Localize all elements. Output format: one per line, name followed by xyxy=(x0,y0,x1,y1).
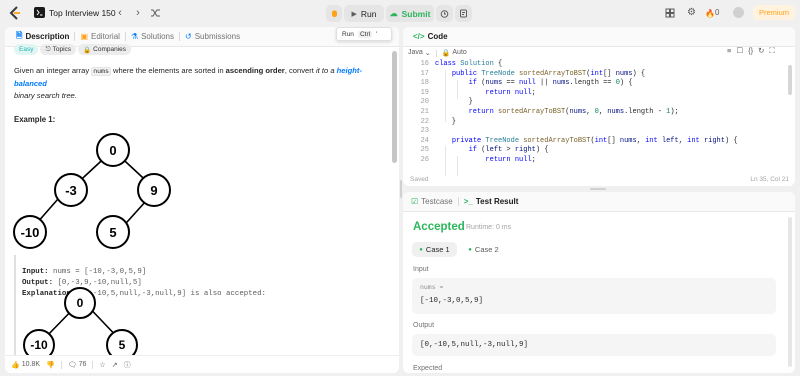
language-select[interactable]: Java ⌄ xyxy=(408,49,431,57)
submit-label: Submit xyxy=(401,8,431,19)
divider xyxy=(60,360,62,369)
problem-list-title[interactable]: Top Interview 150 xyxy=(49,8,116,18)
tree-1-node-left-left: -10 xyxy=(13,215,47,249)
premium-label: Premium xyxy=(758,8,789,17)
chevron-down-icon: ⌄ xyxy=(424,50,431,57)
settings-gear-icon[interactable]: ⚙ xyxy=(686,7,697,18)
terminal-icon: >_ xyxy=(463,197,473,206)
case-1-tab[interactable]: ● Case 1 xyxy=(412,242,457,257)
prev-problem-icon[interactable]: ‹ xyxy=(115,7,125,19)
fullscreen-icon[interactable]: ⛶ xyxy=(769,46,774,56)
auto-mode-toggle[interactable]: 🔒 Auto xyxy=(442,49,467,57)
example-block: Input: nums = [-10,-3,0,5,9] Output: [0,… xyxy=(22,256,266,300)
favorite-star-icon[interactable]: ☆ xyxy=(99,361,105,369)
editor-status-bar: Saved Ln 35, Col 21 xyxy=(403,172,795,186)
tab-testcase[interactable]: ☑ Testcase xyxy=(406,192,458,212)
divider xyxy=(92,360,94,369)
result-panel: ☑ Testcase >_ Test Result Accepted Runti… xyxy=(403,192,795,373)
indent-guide xyxy=(445,70,446,122)
leetcode-logo[interactable] xyxy=(9,6,21,20)
indent-guide xyxy=(457,80,458,99)
toolbar-divider xyxy=(435,49,437,57)
result-status: Accepted xyxy=(413,221,465,233)
saved-status: Saved xyxy=(410,176,429,183)
code-header: </> Code xyxy=(403,27,795,47)
run-label: Run xyxy=(360,8,377,19)
param-value: [-10,-3,0,5,9] xyxy=(420,297,484,305)
code-brackets-icon: </> xyxy=(413,32,425,41)
horizontal-splitter[interactable] xyxy=(590,188,606,190)
output-label: Output: xyxy=(22,279,54,287)
result-scrollbar[interactable] xyxy=(788,217,792,367)
checkbox-icon: ☑ xyxy=(411,197,419,206)
premium-button[interactable]: Premium xyxy=(753,5,795,20)
input-box: nums = [-10,-3,0,5,9] xyxy=(412,278,776,314)
thumbs-up-icon: 👍 xyxy=(11,361,20,369)
code-panel: </> Code Java ⌄ 🔒 Auto ≡ ☐ {} ↻ ⛶ 16 class … xyxy=(403,27,795,186)
editor-actions: ≡ ☐ {} ↻ ⛶ xyxy=(727,46,775,56)
input-value: nums = [-10,-3,0,5,9] xyxy=(48,268,147,276)
notes-button[interactable] xyxy=(455,5,472,22)
case-2-tab[interactable]: ● Case 2 xyxy=(461,242,506,257)
braces-icon[interactable]: {} xyxy=(748,46,753,56)
debug-button[interactable] xyxy=(326,5,342,22)
output-value: [0,-3,9,-10,null,5] xyxy=(53,279,142,287)
top-bar: Top Interview 150 ‹ › ▶ Run ☁ Submit ⚙ 🔥… xyxy=(0,0,800,26)
param-name: nums = xyxy=(420,284,444,291)
output-label: Output xyxy=(413,322,435,329)
pass-dot-icon: ● xyxy=(419,246,423,253)
cloud-upload-icon: ☁ xyxy=(389,9,398,18)
thumbs-down-icon: 👎 xyxy=(46,361,55,369)
like-button[interactable]: 👍 10.8K xyxy=(11,361,40,369)
submit-button[interactable]: ☁ Submit xyxy=(386,5,434,22)
format-icon[interactable]: ≡ xyxy=(727,46,731,56)
next-problem-icon[interactable]: › xyxy=(133,7,143,19)
lock-icon: 🔒 xyxy=(441,50,451,57)
streak-count: 0 xyxy=(715,8,720,17)
comment-icon: 🗨 xyxy=(67,361,77,369)
tree-1-node-right: 9 xyxy=(137,173,171,207)
tree-1-node-left: -3 xyxy=(54,173,88,207)
streak-fire-icon[interactable]: 🔥 xyxy=(705,8,715,18)
reset-icon[interactable]: ↻ xyxy=(758,46,764,56)
tab-test-result[interactable]: >_ Test Result xyxy=(459,192,524,212)
help-icon[interactable]: ⓘ xyxy=(124,360,131,370)
share-icon[interactable]: ↗ xyxy=(112,361,118,369)
user-avatar[interactable] xyxy=(733,7,744,18)
bookmark-icon[interactable]: ☐ xyxy=(736,46,743,56)
problem-list-icon[interactable] xyxy=(34,7,45,18)
description-footer: 👍 10.8K 👎 🗨 76 ☆ ↗ ⓘ xyxy=(5,355,399,373)
run-button[interactable]: ▶ Run xyxy=(344,5,384,22)
shuffle-icon[interactable] xyxy=(150,7,161,18)
input-label: Input xyxy=(413,266,429,273)
editor-scrollbar[interactable] xyxy=(788,65,792,95)
description-panel: 🗎 Description ▣ Editorial ⚗ Solutions ↺ … xyxy=(5,27,399,373)
tree-2-node-root: 0 xyxy=(64,287,96,319)
pass-dot-icon: ● xyxy=(468,246,472,253)
tree-1-node-right-left: 5 xyxy=(96,215,130,249)
timer-button[interactable] xyxy=(436,5,453,22)
code-editor[interactable]: 16 class Solution { 17 public TreeNode so… xyxy=(403,60,795,176)
result-tabs: ☑ Testcase >_ Test Result xyxy=(403,192,795,212)
vertical-splitter[interactable] xyxy=(400,180,402,198)
tab-code[interactable]: </> Code xyxy=(408,27,453,47)
output-box: [0,-10,5,null,-3,null,9] xyxy=(412,334,776,356)
runtime-text: Runtime: 0 ms xyxy=(466,224,512,231)
comments-button[interactable]: 🗨 76 xyxy=(68,361,87,369)
cursor-position: Ln 35, Col 21 xyxy=(750,176,789,183)
layout-grid-icon[interactable] xyxy=(665,8,675,18)
dislike-button[interactable]: 👎 xyxy=(46,361,55,369)
expected-label: Expected xyxy=(413,365,443,372)
input-label: Input: xyxy=(22,268,49,276)
output-value: [0,-10,5,null,-3,null,9] xyxy=(420,341,529,349)
play-icon: ▶ xyxy=(351,10,357,18)
explanation-value: [0,-10,5,null,-3,null,9] is also accepte… xyxy=(75,290,266,298)
tree-1-node-root: 0 xyxy=(96,133,130,167)
